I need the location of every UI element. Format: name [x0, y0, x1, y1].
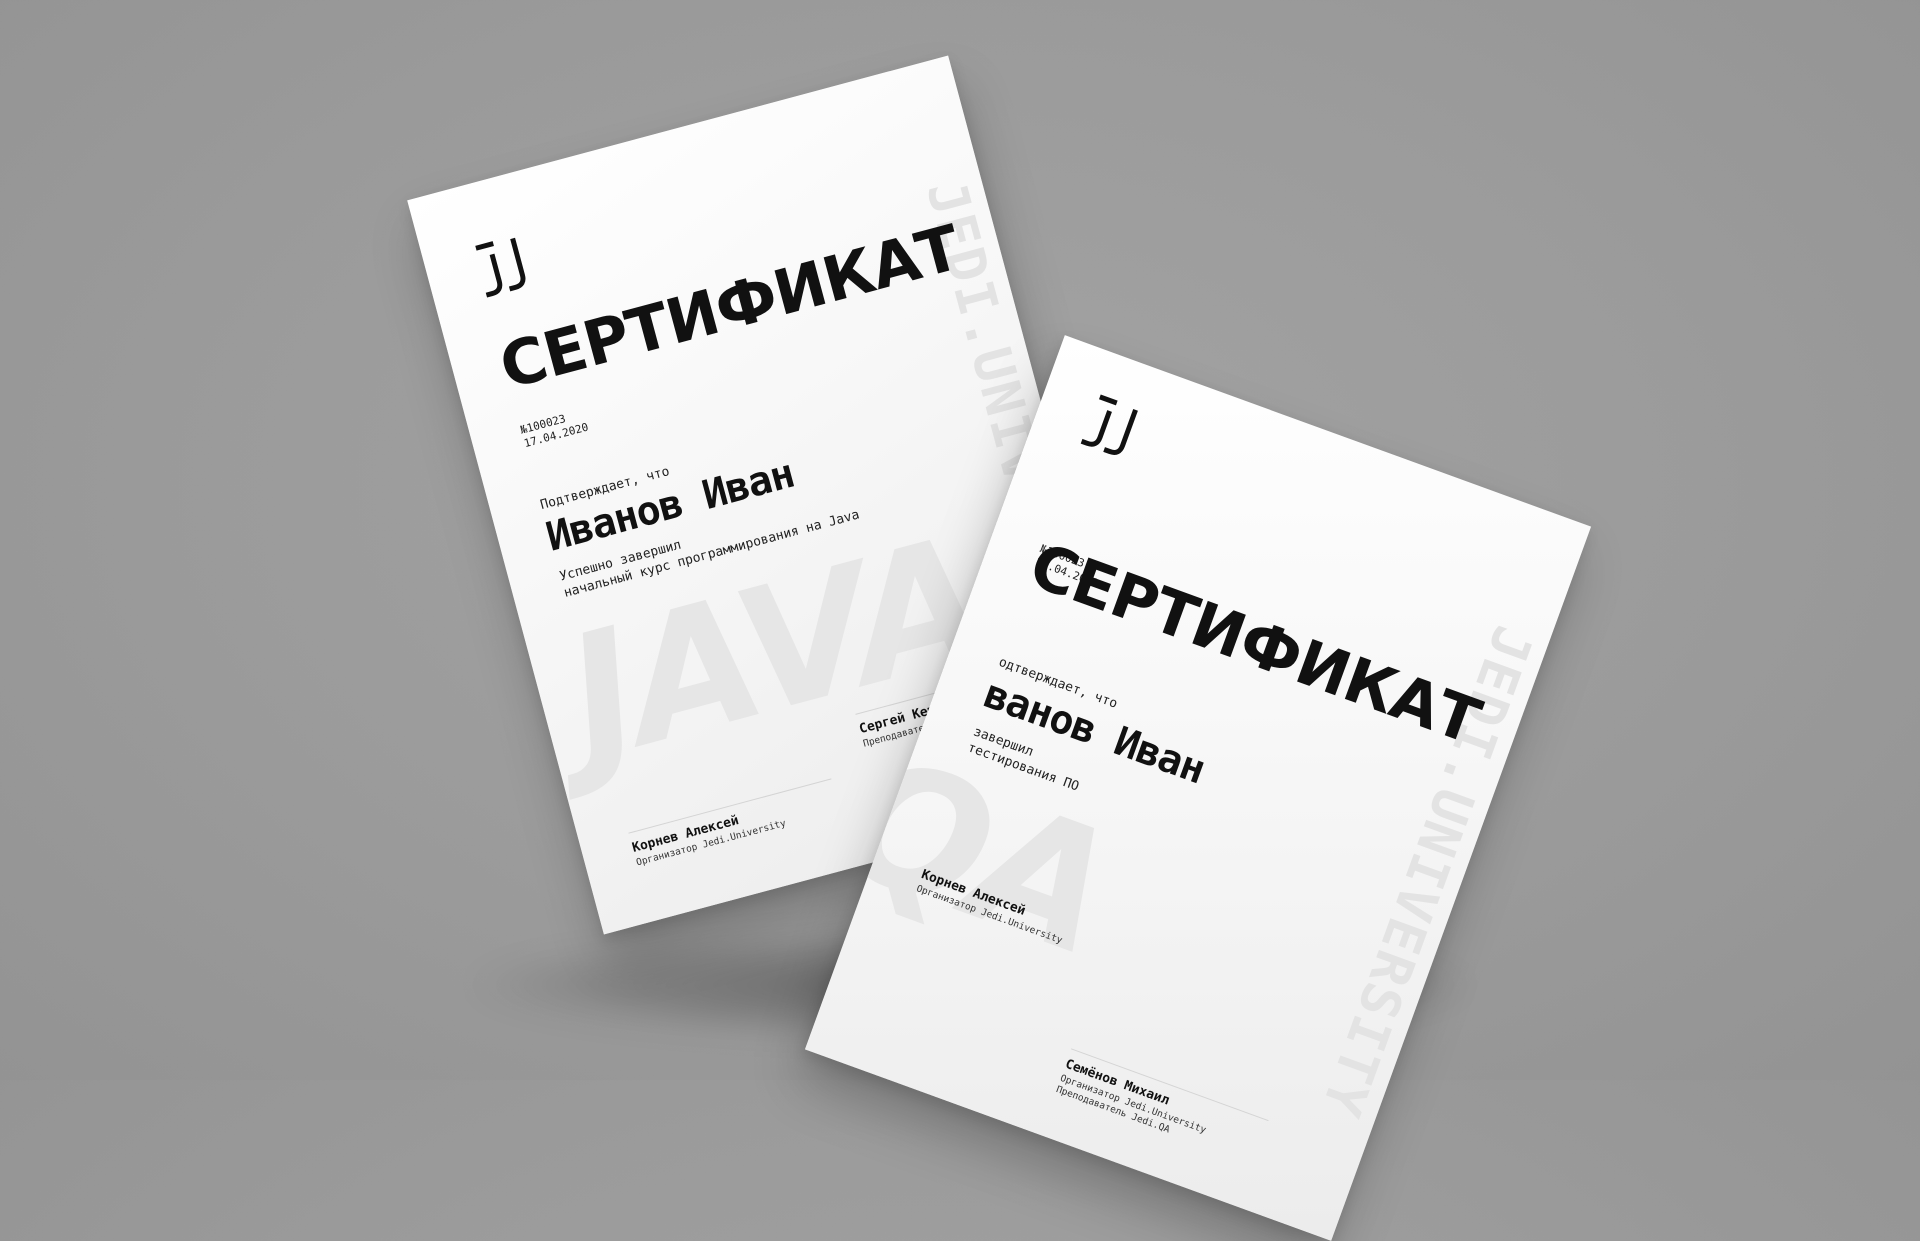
- signature-block: Корнев Алексей Организатор Jedi.Universi…: [628, 778, 841, 869]
- university-watermark: JEDI.UNIVERSITY: [1309, 617, 1546, 1126]
- certificate-meta: №100023 17.04.2020: [519, 407, 590, 451]
- jj-logo-icon: [1076, 389, 1155, 467]
- certificate-title: СЕРТИФИКАТ: [492, 210, 968, 404]
- jj-logo-icon: [469, 228, 544, 302]
- signatory-role: Организатор Jedi.University: [1058, 1072, 1208, 1136]
- signature-block: Семёнов Михаил Организатор Jedi.Universi…: [1054, 1048, 1269, 1167]
